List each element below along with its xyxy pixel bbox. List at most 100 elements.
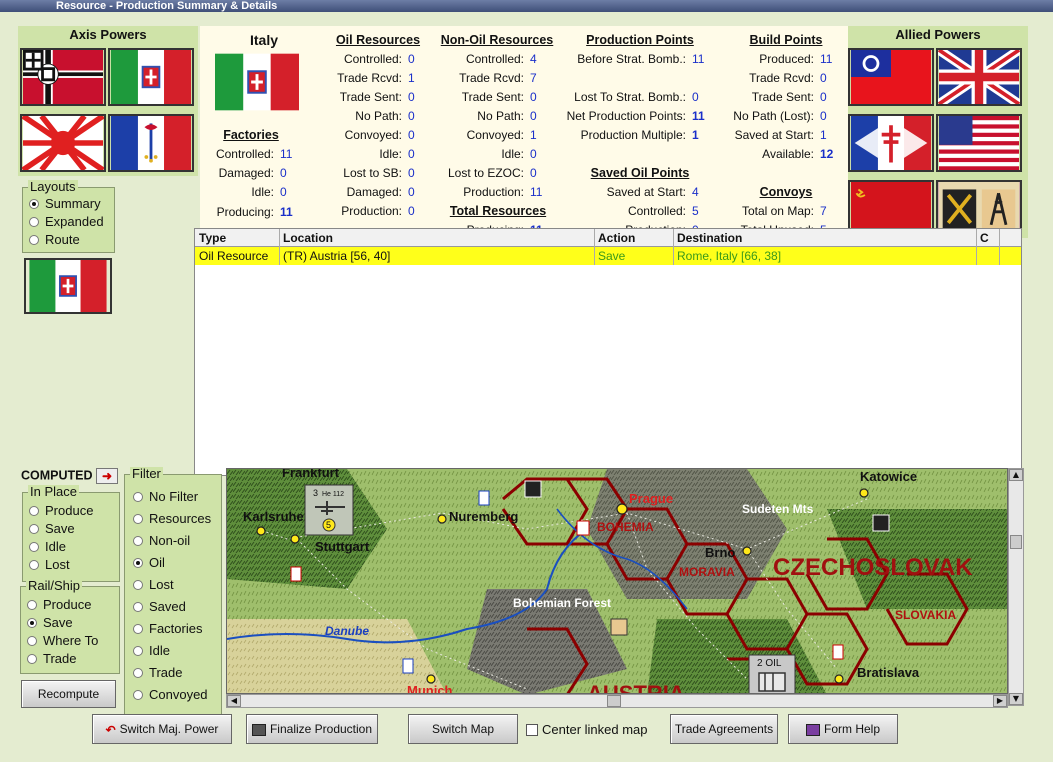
- scroll-down-icon[interactable]: ▼: [1009, 693, 1023, 705]
- layout-summary-radio[interactable]: Summary: [29, 196, 101, 212]
- pp-net-production: Net Production Points: 11: [566, 109, 705, 123]
- radio-icon: [29, 560, 39, 570]
- column-destination[interactable]: Destination: [677, 229, 742, 247]
- table-row[interactable]: Oil Resource (TR) Austria [56, 40] Save …: [195, 247, 1021, 265]
- scroll-thumb[interactable]: [607, 695, 621, 707]
- pp-production-multiple: Production Multiple: 1: [580, 128, 699, 142]
- scroll-left-icon[interactable]: ◀: [227, 695, 241, 707]
- unit-icon: [290, 566, 302, 582]
- radio-icon: [29, 506, 39, 516]
- scroll-up-icon[interactable]: ▲: [1009, 469, 1023, 481]
- railship-produce-radio[interactable]: Produce: [27, 597, 91, 613]
- radio-icon: [29, 217, 39, 227]
- city-marker[interactable]: [834, 674, 844, 684]
- column-divider: [673, 229, 674, 265]
- factories-controlled: Controlled: 11: [215, 147, 293, 161]
- radio-icon: [133, 536, 143, 546]
- map-label-slovakia: SLOVAKIA: [895, 608, 956, 622]
- unit-icon: [832, 644, 844, 660]
- city-marker[interactable]: [256, 526, 266, 536]
- city-marker[interactable]: [859, 488, 869, 498]
- scroll-right-icon[interactable]: ▶: [993, 695, 1007, 707]
- nonoil-production: Production: 11: [463, 185, 543, 199]
- oil-marker-label: 2 OIL: [757, 658, 782, 669]
- layout-route-radio[interactable]: Route: [29, 232, 80, 248]
- resource-icon: [872, 514, 890, 532]
- factories-damaged: Damaged: 0: [218, 166, 287, 180]
- unit-strength: 3: [313, 488, 318, 498]
- arrow-right-icon[interactable]: ➜: [96, 468, 119, 484]
- railship-where-to-radio[interactable]: Where To: [27, 633, 98, 649]
- city-marker[interactable]: [437, 514, 447, 524]
- map-view[interactable]: Frankfurt Karlsruhe Stuttgart Nuremberg …: [226, 468, 1008, 694]
- map-label-bratislava: Bratislava: [857, 665, 920, 680]
- filter-trade-radio[interactable]: Trade: [133, 665, 182, 681]
- column-divider: [594, 229, 595, 265]
- center-linked-map-checkbox[interactable]: Center linked map: [526, 722, 648, 737]
- filter-idle-radio[interactable]: Idle: [133, 643, 170, 659]
- production-points-heading: Production Points: [586, 33, 694, 47]
- flag-italy[interactable]: [108, 48, 194, 106]
- city-marker[interactable]: [742, 546, 752, 556]
- factories-heading: Factories: [223, 128, 279, 142]
- form-help-button[interactable]: Form Help: [788, 714, 898, 744]
- flag-japan[interactable]: [20, 114, 106, 172]
- column-type[interactable]: Type: [199, 229, 226, 247]
- scroll-thumb[interactable]: [1010, 535, 1022, 549]
- finalize-production-button[interactable]: Finalize Production: [246, 714, 378, 744]
- column-c[interactable]: C: [980, 229, 989, 247]
- city-marker[interactable]: [290, 534, 300, 544]
- radio-icon: [133, 646, 143, 656]
- filter-lost-radio[interactable]: Lost: [133, 577, 174, 593]
- main-window: Axis Powers Layouts Summary Expanded Rou…: [0, 12, 1053, 762]
- radio-icon: [133, 492, 143, 502]
- oil-marker[interactable]: 2 OIL: [748, 654, 796, 694]
- map-horizontal-scrollbar[interactable]: ◀ ▶: [226, 694, 1008, 708]
- in-place-group: In Place Produce Save Idle Lost: [22, 485, 120, 582]
- bp-saved-at-start: Saved at Start: 1: [734, 128, 827, 142]
- filter-no-filter-radio[interactable]: No Filter: [133, 489, 198, 505]
- filter-saved-radio[interactable]: Saved: [133, 599, 186, 615]
- railship-save-radio[interactable]: Save: [27, 615, 73, 631]
- trade-agreements-button[interactable]: Trade Agreements: [670, 714, 778, 744]
- allied-powers-header: Allied Powers: [895, 27, 981, 42]
- inplace-produce-radio[interactable]: Produce: [29, 503, 93, 519]
- filter-oil-radio[interactable]: Oil: [133, 555, 165, 571]
- inplace-save-radio[interactable]: Save: [29, 521, 75, 537]
- map-canvas[interactable]: Frankfurt Karlsruhe Stuttgart Nuremberg …: [227, 469, 1008, 694]
- pp-lost-strat-bomb: Lost To Strat. Bomb.: 0: [574, 90, 699, 104]
- switch-map-button[interactable]: Switch Map: [408, 714, 518, 744]
- flag-vichy-france[interactable]: [108, 114, 194, 172]
- layout-expanded-radio[interactable]: Expanded: [29, 214, 104, 230]
- filter-convoyed-radio[interactable]: Convoyed: [133, 687, 208, 703]
- flag-united-kingdom[interactable]: [936, 48, 1022, 106]
- recompute-button[interactable]: Recompute: [21, 680, 116, 708]
- filter-factories-radio[interactable]: Factories: [133, 621, 202, 637]
- flag-free-france[interactable]: [848, 114, 934, 172]
- flag-united-states[interactable]: [936, 114, 1022, 172]
- sop-controlled: Controlled: 5: [627, 204, 699, 218]
- layouts-group: Layouts Summary Expanded Route: [22, 180, 115, 253]
- column-action[interactable]: Action: [598, 229, 635, 247]
- column-location[interactable]: Location: [283, 229, 333, 247]
- air-unit-counter[interactable]: 3 He 112 5: [304, 484, 354, 536]
- flag-china[interactable]: [848, 48, 934, 106]
- map-vertical-scrollbar[interactable]: ▲ ▼: [1008, 468, 1024, 706]
- switch-major-power-button[interactable]: ↶ Switch Maj. Power: [92, 714, 232, 744]
- inplace-idle-radio[interactable]: Idle: [29, 539, 66, 555]
- radio-icon: [29, 524, 39, 534]
- filter-group: Filter No Filter Resources Non-oil Oil L…: [124, 467, 222, 718]
- city-marker[interactable]: [426, 674, 436, 684]
- convoys-total-on-map: Total on Map: 7: [741, 204, 827, 218]
- radio-icon: [29, 235, 39, 245]
- flag-germany[interactable]: [20, 48, 106, 106]
- filter-resources-radio[interactable]: Resources: [133, 511, 211, 527]
- unit-move: 5: [326, 520, 331, 530]
- inplace-lost-radio[interactable]: Lost: [29, 557, 70, 573]
- oil-controlled: Controlled: 0: [343, 52, 415, 66]
- filter-title: Filter: [130, 466, 163, 481]
- city-marker-capital[interactable]: [616, 503, 628, 515]
- railship-trade-radio[interactable]: Trade: [27, 651, 76, 667]
- bp-produced: Produced: 11: [759, 52, 833, 66]
- filter-non-oil-radio[interactable]: Non-oil: [133, 533, 190, 549]
